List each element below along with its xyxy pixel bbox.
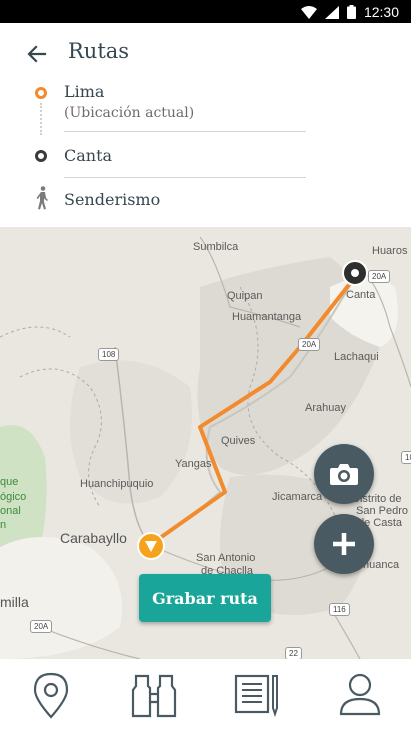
add-button[interactable] xyxy=(314,514,374,574)
map-label: n xyxy=(0,519,7,531)
nav-item-explore[interactable] xyxy=(124,665,184,725)
road-shield: 22 xyxy=(285,647,302,659)
bottom-nav xyxy=(0,659,411,731)
road-shield: 116 xyxy=(329,603,350,616)
signal-icon xyxy=(324,5,339,19)
location-pin-icon xyxy=(34,672,69,719)
journal-icon xyxy=(234,674,278,718)
map-label: ógico xyxy=(0,491,27,503)
record-route-button[interactable]: Grabar ruta xyxy=(139,574,271,622)
status-icons: 12:30 xyxy=(300,4,399,20)
map-label: Sumbilca xyxy=(193,241,239,253)
map-label: que xyxy=(0,476,19,488)
status-time: 12:30 xyxy=(363,4,399,20)
camera-icon xyxy=(330,464,358,485)
road-shield: 108 xyxy=(98,348,120,361)
nav-item-map[interactable] xyxy=(21,665,81,725)
map-label: onal xyxy=(0,505,21,517)
origin-subtitle: (Ubicación actual) xyxy=(64,105,195,121)
map-label: Quives xyxy=(221,435,256,447)
map-label: Quipan xyxy=(227,290,263,302)
origin-field[interactable]: Lima xyxy=(64,82,104,101)
road-shield: 20A xyxy=(30,620,53,633)
road-shield: 20A xyxy=(298,338,321,351)
wifi-icon xyxy=(300,5,317,19)
map-label: San Antonio xyxy=(196,552,256,564)
nav-item-profile[interactable] xyxy=(330,665,390,725)
page-title: Rutas xyxy=(68,39,130,63)
origin-marker-icon xyxy=(35,87,47,99)
map-label: Carabayllo xyxy=(60,530,127,546)
map-label: Arahuay xyxy=(305,402,346,414)
destination-marker-icon xyxy=(35,150,47,162)
map-label: San Pedro xyxy=(356,505,408,517)
destination-field[interactable]: Canta xyxy=(64,146,112,165)
map-label: Huanchipuquio xyxy=(80,478,154,490)
road-shield: 20A xyxy=(368,270,391,283)
map-view[interactable]: Huaros Sumbilca Quipan Huamantanga Canta… xyxy=(0,227,411,659)
nav-item-journal[interactable] xyxy=(227,665,287,725)
map-label: Jicamarca xyxy=(272,491,323,503)
divider xyxy=(64,131,306,132)
map-label: Lachaqui xyxy=(334,351,379,363)
route-header: Rutas Lima (Ubicación actual) Canta Send… xyxy=(0,23,411,227)
current-location-icon[interactable] xyxy=(136,531,166,561)
map-label: Yangas xyxy=(175,458,212,470)
divider xyxy=(64,177,306,178)
travel-mode-field[interactable]: Senderismo xyxy=(64,190,160,209)
map-label: Huaros xyxy=(372,245,408,257)
binoculars-icon xyxy=(132,674,177,718)
map-label: Canta xyxy=(346,289,376,301)
camera-button[interactable] xyxy=(314,444,374,504)
battery-icon xyxy=(346,5,356,19)
hiker-icon xyxy=(36,186,48,210)
map-label: Huamantanga xyxy=(232,311,302,323)
road-shield: 10 xyxy=(401,451,411,464)
map-label: milla xyxy=(0,594,29,610)
route-connector xyxy=(40,103,42,135)
arrow-left-icon[interactable] xyxy=(24,41,50,67)
status-bar: 12:30 xyxy=(0,0,411,23)
destination-pin-icon[interactable] xyxy=(341,259,369,287)
person-icon xyxy=(339,673,380,716)
plus-icon xyxy=(333,533,355,555)
